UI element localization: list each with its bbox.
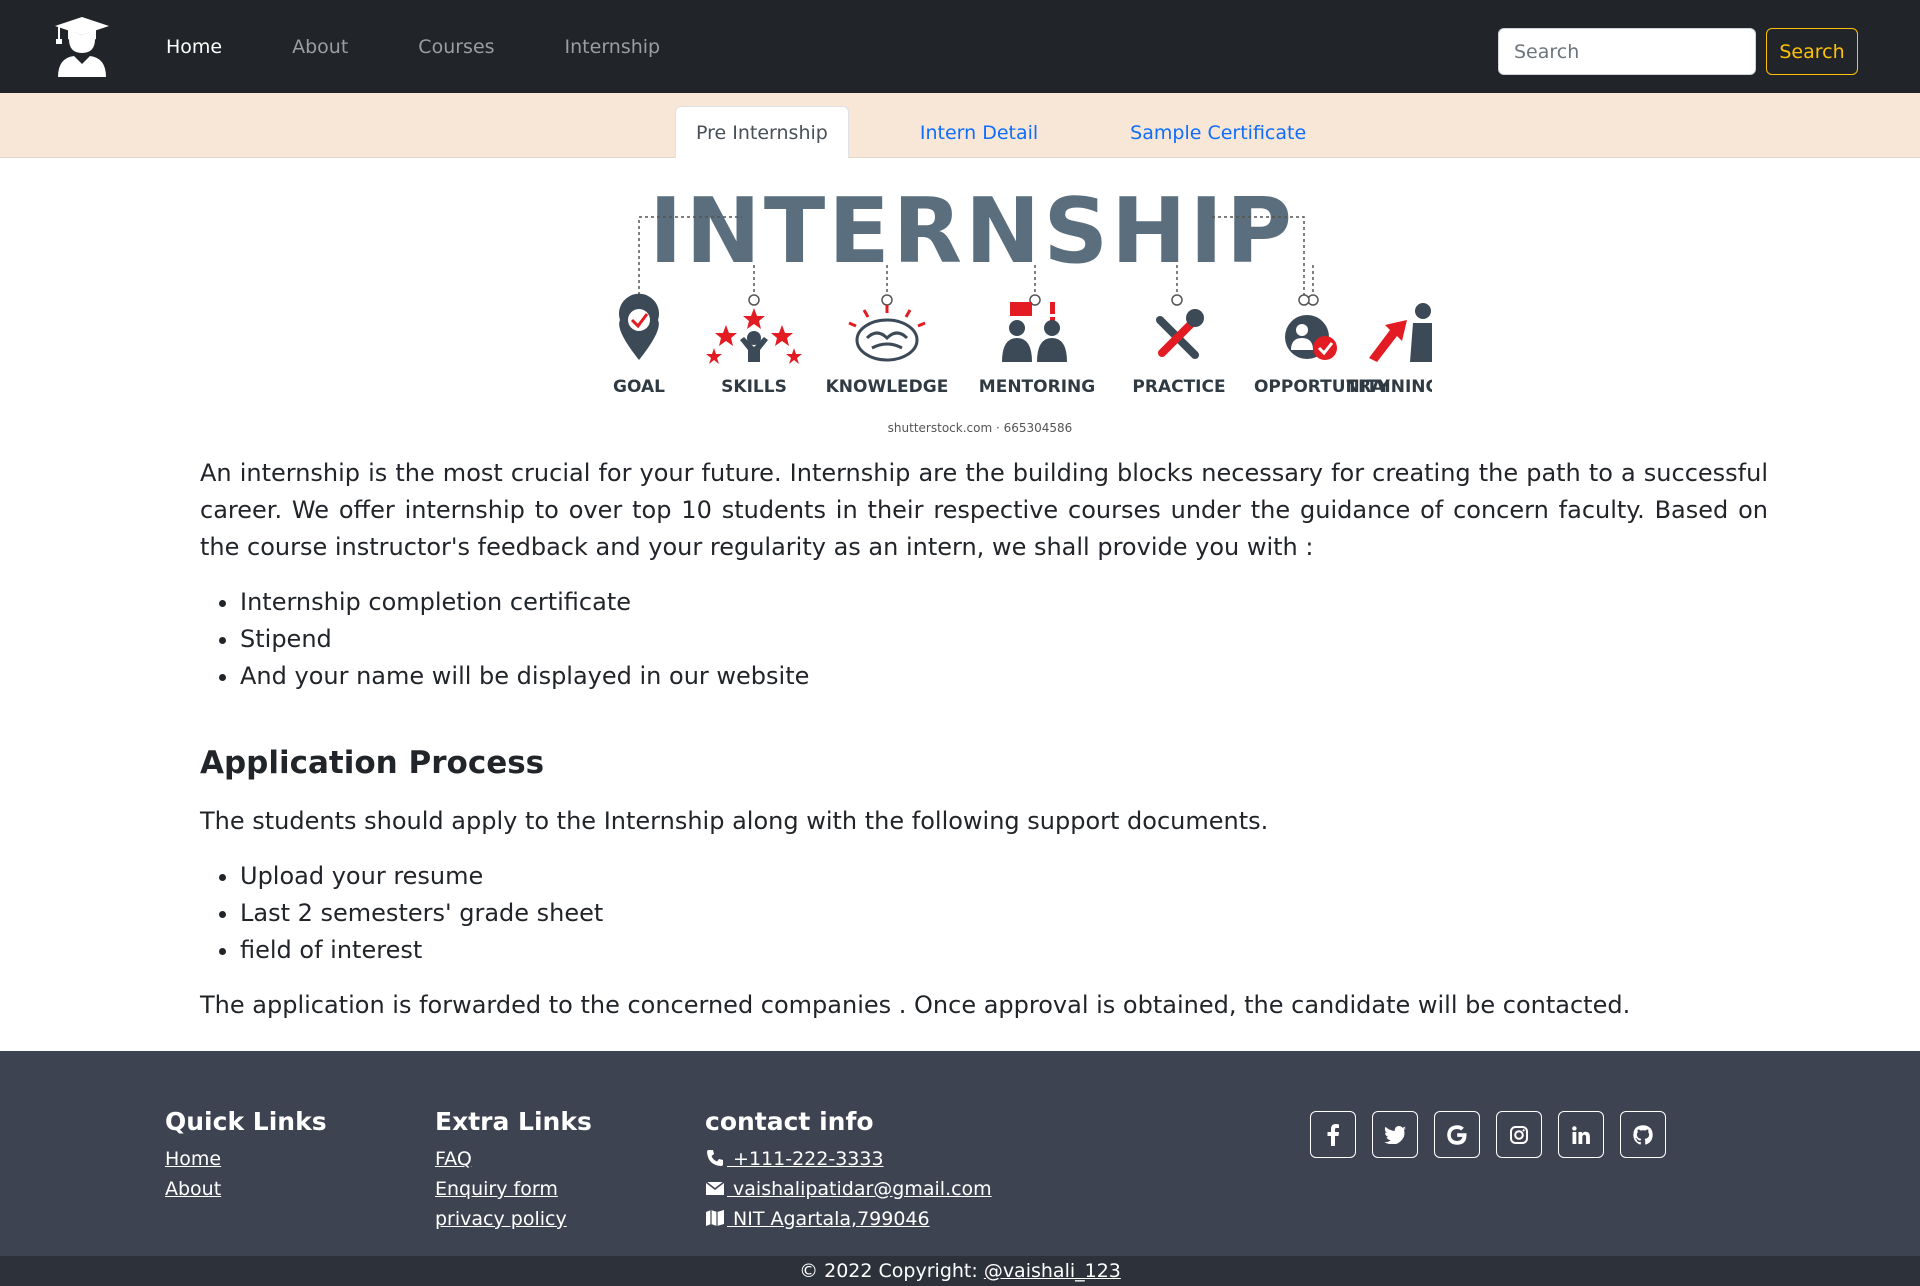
internship-banner-image: INTERNSHIP GOAL SKILLS KNOWLEDGE MENTORI…: [613, 180, 1432, 435]
contact-phone: +111-222-3333: [727, 1148, 884, 1170]
banner-label: MENTORING: [979, 377, 1095, 397]
banner-title: INTERNSHIP: [649, 180, 1295, 284]
nav-internship[interactable]: Internship: [565, 36, 661, 58]
nav-courses[interactable]: Courses: [418, 36, 494, 58]
footer-link-faq[interactable]: FAQ: [435, 1144, 592, 1174]
contact-heading: contact info: [705, 1107, 874, 1136]
intro-paragraph: An internship is the most crucial for yo…: [200, 459, 1768, 561]
list-item: Last 2 semesters' grade sheet: [240, 895, 1768, 932]
list-item: Stipend: [240, 621, 1768, 658]
list-item: Internship completion certificate: [240, 584, 1768, 621]
banner-label: PRACTICE: [1132, 377, 1225, 397]
linkedin-button[interactable]: [1558, 1111, 1604, 1158]
extra-links-heading: Extra Links: [435, 1107, 592, 1136]
nav-home[interactable]: Home: [166, 36, 222, 58]
facebook-icon: [1327, 1123, 1339, 1146]
github-icon: [1633, 1124, 1653, 1145]
phone-icon: [707, 1150, 723, 1166]
twitter-button[interactable]: [1372, 1111, 1418, 1158]
contact-address-link[interactable]: NIT Agartala,799046: [705, 1204, 992, 1234]
google-icon: [1447, 1124, 1467, 1145]
github-button[interactable]: [1620, 1111, 1666, 1158]
social-links: [1310, 1111, 1666, 1158]
main-content: INTERNSHIP GOAL SKILLS KNOWLEDGE MENTORI…: [0, 180, 1920, 1024]
facebook-button[interactable]: [1310, 1111, 1356, 1158]
search-form: Search: [1498, 28, 1858, 75]
navbar: Home About Courses Internship Search: [0, 0, 1920, 93]
search-input[interactable]: [1498, 28, 1756, 75]
contact-info: contact info +111-222-3333 vaishalipatid…: [705, 1107, 992, 1234]
list-item: field of interest: [240, 932, 1768, 969]
nav-links: Home About Courses Internship: [166, 36, 695, 58]
contact-phone-link[interactable]: +111-222-3333: [705, 1144, 992, 1174]
banner-label: KNOWLEDGE: [826, 377, 949, 397]
google-button[interactable]: [1434, 1111, 1480, 1158]
map-icon: [706, 1210, 724, 1226]
copyright-handle-link[interactable]: @vaishali_123: [984, 1260, 1121, 1282]
graduate-icon[interactable]: [55, 16, 109, 77]
tab-list: Pre Internship Intern Detail Sample Cert…: [675, 106, 1327, 158]
documents-list: Upload your resume Last 2 semesters' gra…: [240, 858, 1768, 969]
footer-link-privacy[interactable]: privacy policy: [435, 1204, 592, 1234]
footer-link-home[interactable]: Home: [165, 1144, 327, 1174]
twitter-icon: [1384, 1125, 1406, 1144]
contact-email: vaishalipatidar@gmail.com: [727, 1178, 992, 1200]
nav-about[interactable]: About: [292, 36, 348, 58]
footer: Quick Links Home About Extra Links FAQ E…: [0, 1051, 1920, 1256]
footer-link-enquiry[interactable]: Enquiry form: [435, 1174, 592, 1204]
closing-paragraph: The application is forwarded to the conc…: [200, 991, 1631, 1019]
contact-email-link[interactable]: vaishalipatidar@gmail.com: [705, 1174, 992, 1204]
quick-links: Quick Links Home About: [165, 1107, 327, 1204]
benefits-list: Internship completion certificate Stipen…: [240, 584, 1768, 695]
list-item: And your name will be displayed in our w…: [240, 658, 1768, 695]
process-intro: The students should apply to the Interns…: [200, 807, 1269, 835]
contact-address: NIT Agartala,799046: [727, 1208, 930, 1230]
copyright-text: © 2022 Copyright:: [799, 1260, 984, 1282]
banner-label: TRAINING: [1347, 377, 1432, 397]
copyright-bar: © 2022 Copyright: @vaishali_123: [0, 1256, 1920, 1286]
footer-link-about[interactable]: About: [165, 1174, 327, 1204]
list-item: Upload your resume: [240, 858, 1768, 895]
banner-label: GOAL: [613, 377, 665, 397]
instagram-button[interactable]: [1496, 1111, 1542, 1158]
envelope-icon: [705, 1181, 725, 1195]
search-button[interactable]: Search: [1766, 28, 1858, 75]
quick-links-heading: Quick Links: [165, 1107, 327, 1136]
tab-sample-certificate[interactable]: Sample Certificate: [1109, 106, 1327, 158]
linkedin-icon: [1572, 1125, 1590, 1144]
banner-credit: shutterstock.com · 665304586: [888, 421, 1073, 435]
tab-intern-detail[interactable]: Intern Detail: [899, 106, 1059, 158]
process-heading: Application Process: [200, 745, 545, 781]
instagram-icon: [1510, 1125, 1528, 1144]
banner-label: SKILLS: [721, 377, 787, 397]
extra-links: Extra Links FAQ Enquiry form privacy pol…: [435, 1107, 592, 1234]
tab-bar: Pre Internship Intern Detail Sample Cert…: [0, 93, 1920, 158]
tab-pre-internship[interactable]: Pre Internship: [675, 106, 849, 158]
